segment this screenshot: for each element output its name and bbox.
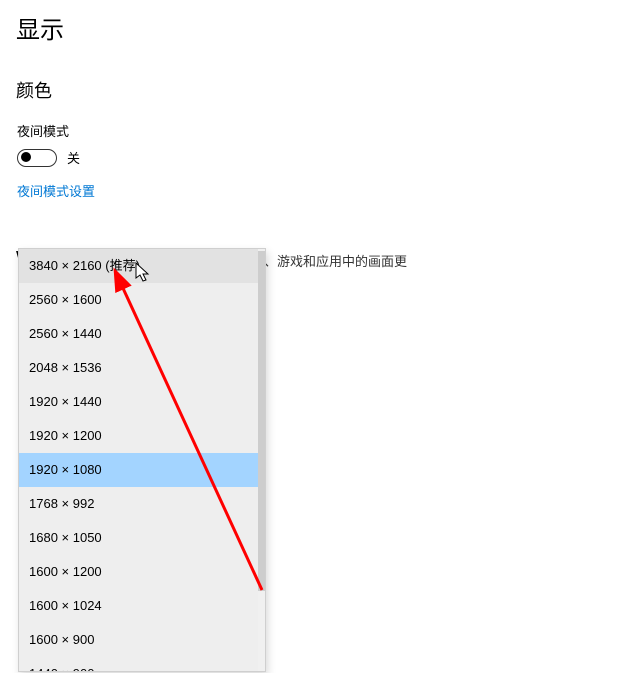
resolution-option[interactable]: 1920 × 1440 bbox=[19, 385, 259, 419]
page-title: 显示 bbox=[0, 0, 641, 45]
resolution-option[interactable]: 1440 × 900 bbox=[19, 657, 259, 672]
resolution-option[interactable]: 2560 × 1600 bbox=[19, 283, 259, 317]
night-mode-settings-link[interactable]: 夜间模式设置 bbox=[0, 167, 641, 200]
resolution-option[interactable]: 3840 × 2160 (推荐) bbox=[19, 249, 259, 283]
resolution-option[interactable]: 2560 × 1440 bbox=[19, 317, 259, 351]
night-mode-label: 夜间模式 bbox=[0, 103, 641, 140]
resolution-dropdown-list[interactable]: 3840 × 2160 (推荐)2560 × 16002560 × 144020… bbox=[18, 248, 266, 672]
toggle-state-text: 关 bbox=[67, 148, 80, 167]
scrollbar-thumb[interactable] bbox=[258, 251, 265, 591]
resolution-option[interactable]: 1768 × 992 bbox=[19, 487, 259, 521]
resolution-option[interactable]: 1600 × 1024 bbox=[19, 589, 259, 623]
resolution-option[interactable]: 1600 × 1200 bbox=[19, 555, 259, 589]
background-text-fragment: 、游戏和应用中的画面更 bbox=[264, 251, 407, 270]
night-mode-toggle[interactable] bbox=[17, 149, 57, 167]
resolution-option[interactable]: 1920 × 1080 bbox=[19, 453, 259, 487]
resolution-option[interactable]: 2048 × 1536 bbox=[19, 351, 259, 385]
toggle-knob bbox=[21, 152, 31, 162]
resolution-option[interactable]: 1920 × 1200 bbox=[19, 419, 259, 453]
resolution-option[interactable]: 1600 × 900 bbox=[19, 623, 259, 657]
resolution-option[interactable]: 1680 × 1050 bbox=[19, 521, 259, 555]
night-mode-toggle-row: 关 bbox=[0, 140, 641, 167]
section-color: 颜色 bbox=[0, 45, 641, 103]
dropdown-scrollbar[interactable] bbox=[258, 249, 265, 671]
